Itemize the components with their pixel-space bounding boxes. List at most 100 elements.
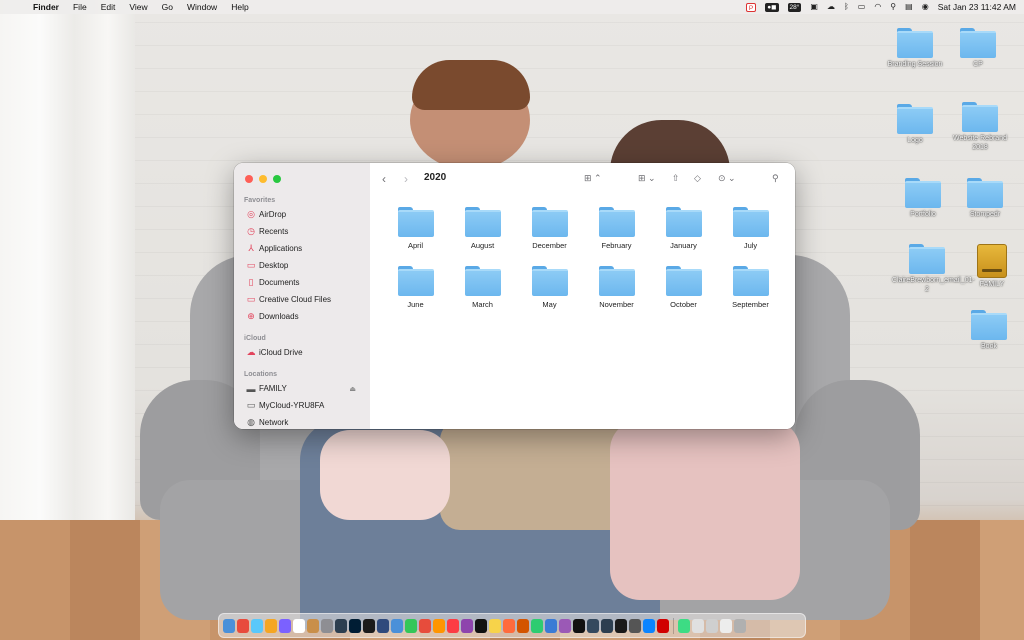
dock-app-icon[interactable] bbox=[615, 618, 627, 633]
dock-app-icon[interactable] bbox=[335, 618, 347, 633]
dock-app-icon[interactable] bbox=[692, 618, 704, 633]
sidebar-item-airdrop[interactable]: ◎ AirDrop bbox=[234, 206, 370, 223]
dock-app-icon[interactable] bbox=[251, 618, 263, 633]
sidebar-item-downloads[interactable]: ⊕ Downloads bbox=[234, 308, 370, 325]
folder-item[interactable]: August bbox=[449, 207, 516, 250]
forward-chevron-icon[interactable]: › bbox=[404, 163, 408, 195]
desktop-folder-stompedr[interactable]: Stompedr bbox=[950, 178, 1020, 219]
bluetooth-icon[interactable]: ᛒ bbox=[844, 0, 849, 14]
sidebar-item-documents[interactable]: ▯ Documents bbox=[234, 274, 370, 291]
sidebar-item-family[interactable]: ▬ FAMILY ⏏ bbox=[234, 380, 370, 397]
dock-app-icon[interactable] bbox=[531, 618, 543, 633]
sidebar-item-desktop[interactable]: ▭ Desktop bbox=[234, 257, 370, 274]
folder-item[interactable]: December bbox=[516, 207, 583, 250]
dock-app-icon[interactable] bbox=[475, 618, 487, 633]
sidebar-item-recents[interactable]: ◷ Recents bbox=[234, 223, 370, 240]
sidebar-item-icloud-drive[interactable]: ☁ iCloud Drive bbox=[234, 344, 370, 361]
desktop-drive-family[interactable]: FAMILY bbox=[957, 244, 1024, 289]
dock-app-icon[interactable] bbox=[419, 618, 431, 633]
folder-item[interactable]: June bbox=[382, 266, 449, 309]
dock-app-icon[interactable] bbox=[447, 618, 459, 633]
dock-app-icon[interactable] bbox=[573, 618, 585, 633]
dock-app-icon[interactable] bbox=[391, 618, 403, 633]
dock-app-icon[interactable] bbox=[293, 618, 305, 633]
pocket-app-icon[interactable]: P bbox=[745, 2, 757, 12]
sidebar-item-mycloud[interactable]: ▭ MyCloud-YRU8FA bbox=[234, 397, 370, 414]
dock-app-icon[interactable] bbox=[545, 618, 557, 633]
dock-app-icon[interactable] bbox=[265, 618, 277, 633]
menu-go[interactable]: Go bbox=[155, 2, 180, 12]
creative-cloud-icon[interactable]: ☁ bbox=[827, 0, 835, 14]
sidebar-item-creative-cloud-files[interactable]: ▭ Creative Cloud Files bbox=[234, 291, 370, 308]
folder-item[interactable]: April bbox=[382, 207, 449, 250]
dock-app-icon[interactable] bbox=[734, 618, 746, 633]
weather-temperature[interactable]: 28° bbox=[787, 2, 802, 12]
dock-app-icon[interactable] bbox=[433, 618, 445, 633]
battery-icon[interactable]: ▭ bbox=[858, 0, 866, 14]
minimize-button[interactable] bbox=[259, 175, 267, 183]
folder-item[interactable]: October bbox=[650, 266, 717, 309]
sidebar-item-applications[interactable]: ⅄ Applications bbox=[234, 240, 370, 257]
menu-view[interactable]: View bbox=[122, 2, 154, 12]
folder-item[interactable]: September bbox=[717, 266, 784, 309]
dock-app-icon[interactable] bbox=[559, 618, 571, 633]
control-center-icon[interactable]: ▤ bbox=[905, 0, 913, 14]
spotlight-search-icon[interactable]: ⚲ bbox=[890, 0, 896, 14]
back-chevron-icon[interactable]: ‹ bbox=[382, 163, 386, 195]
dock-app-icon[interactable] bbox=[706, 618, 718, 633]
menu-file[interactable]: File bbox=[66, 2, 94, 12]
desktop-folder-book[interactable]: Book bbox=[954, 310, 1024, 351]
group-by-grid-icon[interactable]: ⊞ ⌄ bbox=[638, 173, 656, 184]
folder-item[interactable]: February bbox=[583, 207, 650, 250]
desktop-folder-logo[interactable]: Logo bbox=[880, 104, 950, 145]
menu-app-name[interactable]: Finder bbox=[26, 2, 66, 12]
icon-view-grid-icon[interactable]: ⊞ ⌃ bbox=[584, 173, 602, 184]
cast-icon[interactable]: ▣ bbox=[810, 0, 818, 14]
more-actions-icon[interactable]: ⊙ ⌄ bbox=[718, 173, 736, 184]
folder-item[interactable]: July bbox=[717, 207, 784, 250]
dock-app-icon[interactable] bbox=[629, 618, 641, 633]
dock-app-icon[interactable] bbox=[678, 618, 690, 633]
folder-item[interactable]: January bbox=[650, 207, 717, 250]
siri-icon[interactable]: ◉ bbox=[922, 0, 929, 14]
desktop-folder-cp[interactable]: CP bbox=[943, 28, 1013, 69]
desktop-folder-portfolio[interactable]: Portfolio bbox=[888, 178, 958, 219]
desktop-folder-branding-session[interactable]: Branding Session bbox=[880, 28, 950, 69]
dock-app-icon[interactable] bbox=[461, 618, 473, 633]
folder-item[interactable]: March bbox=[449, 266, 516, 309]
share-icon[interactable]: ⇧ bbox=[672, 173, 680, 184]
desktop-folder-clairebrewborn-email[interactable]: ClaireBrewborn_email_01-2 bbox=[892, 244, 975, 294]
eject-icon[interactable]: ⏏ bbox=[349, 385, 356, 393]
dock-app-icon[interactable] bbox=[489, 618, 501, 633]
wifi-icon[interactable]: ◠ bbox=[874, 0, 881, 14]
dock-app-icon[interactable] bbox=[377, 618, 389, 633]
dock-app-icon[interactable] bbox=[223, 618, 235, 633]
dock-app-icon[interactable] bbox=[720, 618, 732, 633]
dock-app-icon[interactable] bbox=[279, 618, 291, 633]
dock-app-icon[interactable] bbox=[643, 618, 655, 633]
sidebar-item-network[interactable]: ◍ Network bbox=[234, 414, 370, 429]
dock-app-icon[interactable] bbox=[517, 618, 529, 633]
record-icon[interactable]: ●◼ bbox=[765, 2, 779, 12]
menubar-clock[interactable]: Sat Jan 23 11:42 AM bbox=[938, 2, 1016, 12]
dock-app-icon[interactable] bbox=[657, 618, 669, 633]
search-icon[interactable]: ⚲ bbox=[772, 173, 779, 184]
folder-item[interactable]: May bbox=[516, 266, 583, 309]
dock-app-icon[interactable] bbox=[321, 618, 333, 633]
zoom-button[interactable] bbox=[273, 175, 281, 183]
dock-app-icon[interactable] bbox=[405, 618, 417, 633]
menu-help[interactable]: Help bbox=[224, 2, 255, 12]
dock-app-icon[interactable] bbox=[349, 618, 361, 633]
close-button[interactable] bbox=[245, 175, 253, 183]
dock-app-icon[interactable] bbox=[503, 618, 515, 633]
tag-icon[interactable]: ◇ bbox=[694, 173, 701, 184]
desktop-folder-website-rebrand[interactable]: Website Rebrand 2018 bbox=[945, 102, 1015, 152]
dock-app-icon[interactable] bbox=[601, 618, 613, 633]
folder-item[interactable]: November bbox=[583, 266, 650, 309]
menu-window[interactable]: Window bbox=[180, 2, 224, 12]
dock-app-icon[interactable] bbox=[363, 618, 375, 633]
dock-app-icon[interactable] bbox=[307, 618, 319, 633]
menu-edit[interactable]: Edit bbox=[94, 2, 123, 12]
dock-app-icon[interactable] bbox=[587, 618, 599, 633]
dock-app-icon[interactable] bbox=[237, 618, 249, 633]
